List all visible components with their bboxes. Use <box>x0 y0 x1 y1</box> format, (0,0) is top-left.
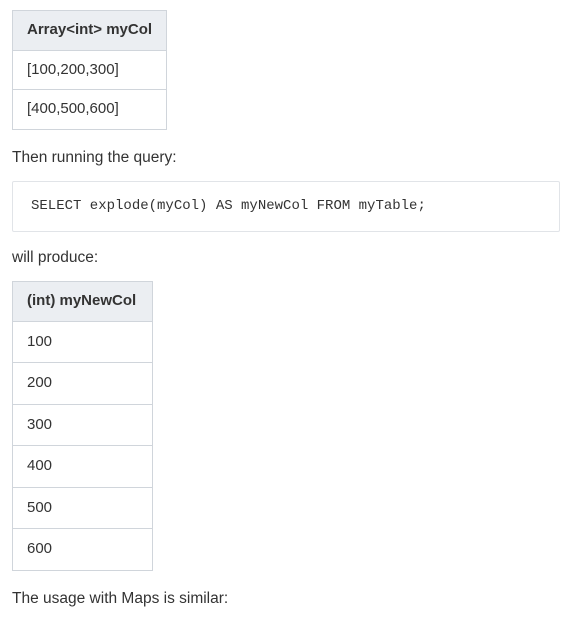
table-row: 600 <box>13 529 153 571</box>
table-cell: 300 <box>13 404 153 446</box>
table-cell: [100,200,300] <box>13 50 167 90</box>
table-row: [100,200,300] <box>13 50 167 90</box>
table-row: [400,500,600] <box>13 90 167 130</box>
sql-code-block: SELECT explode(myCol) AS myNewCol FROM m… <box>12 181 560 232</box>
table-row: 300 <box>13 404 153 446</box>
output-table-header: (int) myNewCol <box>13 282 153 322</box>
maps-similar-text: The usage with Maps is similar: <box>12 587 560 610</box>
table-cell: 400 <box>13 446 153 488</box>
table-row: 100 <box>13 321 153 363</box>
table-cell: 100 <box>13 321 153 363</box>
table-row: 500 <box>13 487 153 529</box>
table-row: 200 <box>13 363 153 405</box>
table-cell: 200 <box>13 363 153 405</box>
output-table: (int) myNewCol 100 200 300 400 500 600 <box>12 281 153 571</box>
input-table: Array<int> myCol [100,200,300] [400,500,… <box>12 10 167 130</box>
table-cell: [400,500,600] <box>13 90 167 130</box>
table-cell: 500 <box>13 487 153 529</box>
input-table-header: Array<int> myCol <box>13 11 167 51</box>
then-running-text: Then running the query: <box>12 146 560 169</box>
table-cell: 600 <box>13 529 153 571</box>
will-produce-text: will produce: <box>12 246 560 269</box>
table-row: 400 <box>13 446 153 488</box>
